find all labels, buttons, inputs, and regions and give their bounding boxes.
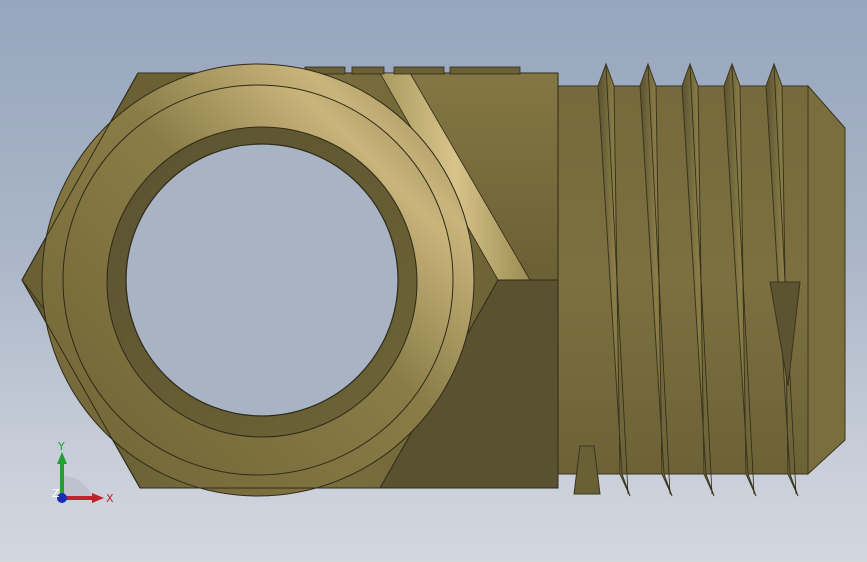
z-axis-label: Z xyxy=(52,487,60,500)
fitting-3d-model[interactable] xyxy=(0,0,867,562)
orientation-triad[interactable]: Y X Z xyxy=(40,440,120,510)
triad-plane xyxy=(62,475,92,498)
x-axis-arrow xyxy=(92,493,104,503)
y-axis-label: Y xyxy=(57,440,65,453)
top-ridges xyxy=(304,66,521,75)
x-axis-label: X xyxy=(106,492,114,505)
threaded-shank[interactable] xyxy=(557,62,846,497)
y-axis-arrow xyxy=(57,452,67,464)
graphics-viewport[interactable]: Y X Z xyxy=(0,0,867,562)
through-hole xyxy=(125,143,399,417)
